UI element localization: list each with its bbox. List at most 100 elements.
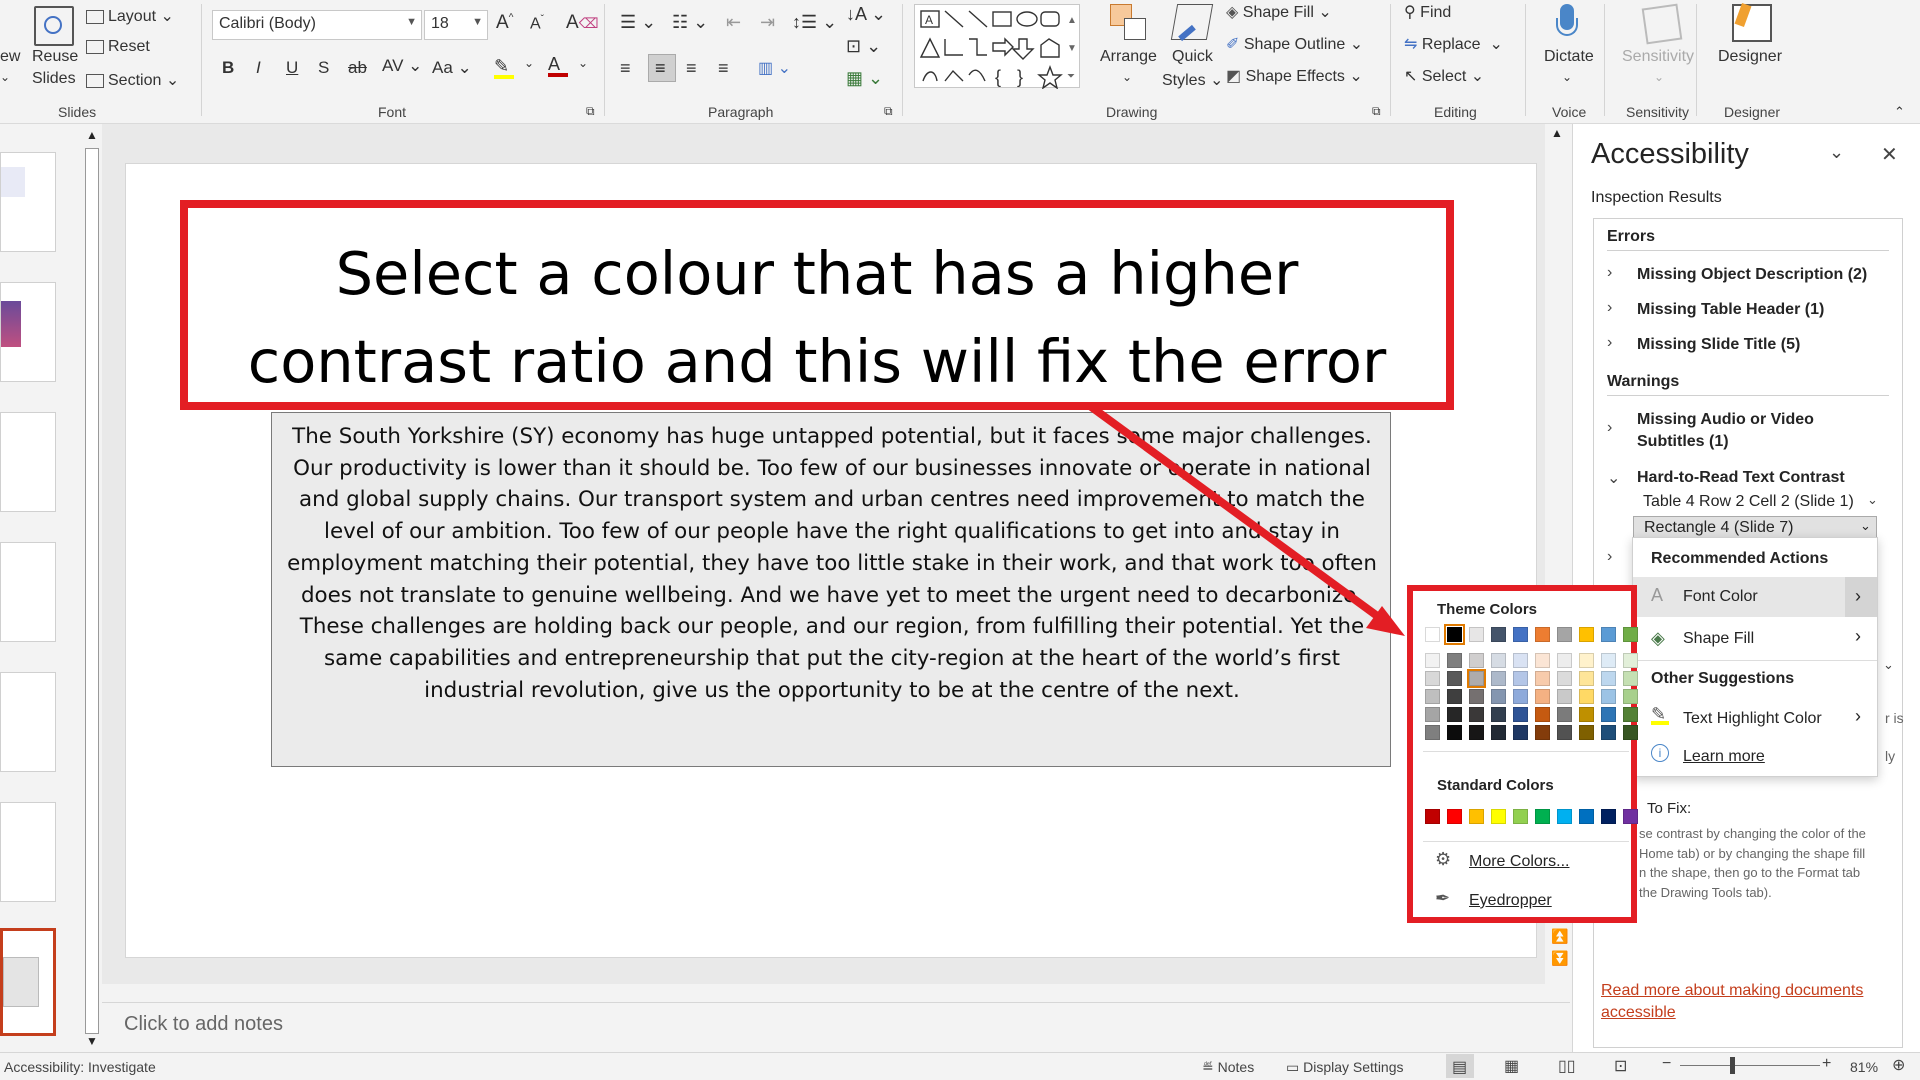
theme-color-swatch[interactable] bbox=[1535, 627, 1550, 642]
theme-shade-swatch[interactable] bbox=[1579, 671, 1594, 686]
pane-options-chevron-icon[interactable]: ⌄ bbox=[1829, 142, 1844, 163]
theme-color-swatch[interactable] bbox=[1425, 627, 1440, 642]
theme-shade-swatch[interactable] bbox=[1557, 653, 1572, 668]
theme-color-swatch[interactable] bbox=[1513, 627, 1528, 642]
theme-shade-swatch[interactable] bbox=[1491, 653, 1506, 668]
fit-to-window-icon[interactable]: ⊕ bbox=[1892, 1055, 1905, 1075]
theme-shade-swatch[interactable] bbox=[1623, 671, 1638, 686]
theme-shade-swatch[interactable] bbox=[1601, 671, 1616, 686]
zoom-out-icon[interactable]: − bbox=[1662, 1055, 1671, 1073]
expand-chevron-icon[interactable]: › bbox=[1607, 264, 1612, 282]
theme-shade-swatch[interactable] bbox=[1447, 725, 1462, 740]
theme-shade-swatch[interactable] bbox=[1513, 689, 1528, 704]
theme-shade-swatch[interactable] bbox=[1469, 653, 1484, 668]
error-item[interactable]: Missing Table Header (1) bbox=[1637, 301, 1824, 319]
zoom-slider[interactable] bbox=[1680, 1065, 1820, 1066]
chevron-right-icon[interactable]: › bbox=[1855, 706, 1861, 727]
standard-color-swatch[interactable] bbox=[1557, 809, 1572, 824]
theme-shade-swatch[interactable] bbox=[1425, 671, 1440, 686]
standard-color-swatch[interactable] bbox=[1579, 809, 1594, 824]
theme-color-swatch[interactable] bbox=[1623, 627, 1638, 642]
theme-shade-swatch[interactable] bbox=[1469, 725, 1484, 740]
theme-shade-swatch[interactable] bbox=[1467, 669, 1486, 688]
eyedropper-link[interactable]: Eyedropper bbox=[1469, 892, 1552, 910]
theme-shade-swatch[interactable] bbox=[1601, 653, 1616, 668]
theme-shade-swatch[interactable] bbox=[1535, 671, 1550, 686]
theme-shade-swatch[interactable] bbox=[1447, 653, 1462, 668]
theme-shade-swatch[interactable] bbox=[1469, 707, 1484, 722]
chevron-right-icon[interactable]: › bbox=[1855, 626, 1861, 647]
theme-shade-swatch[interactable] bbox=[1601, 689, 1616, 704]
theme-shade-swatch[interactable] bbox=[1535, 653, 1550, 668]
normal-view-button[interactable]: ▤ bbox=[1446, 1054, 1474, 1078]
theme-shade-swatch[interactable] bbox=[1623, 707, 1638, 722]
theme-shade-swatch[interactable] bbox=[1513, 653, 1528, 668]
notes-placeholder[interactable]: Click to add notes bbox=[124, 1013, 283, 1036]
theme-color-swatch[interactable] bbox=[1601, 627, 1616, 642]
slideshow-icon[interactable]: ⊡ bbox=[1614, 1056, 1627, 1076]
standard-color-swatch[interactable] bbox=[1447, 809, 1462, 824]
theme-shade-swatch[interactable] bbox=[1447, 671, 1462, 686]
theme-shade-swatch[interactable] bbox=[1535, 725, 1550, 740]
standard-color-swatch[interactable] bbox=[1425, 809, 1440, 824]
theme-shade-swatch[interactable] bbox=[1579, 707, 1594, 722]
standard-color-swatch[interactable] bbox=[1601, 809, 1616, 824]
theme-shade-swatch[interactable] bbox=[1491, 689, 1506, 704]
standard-color-swatch[interactable] bbox=[1469, 809, 1484, 824]
theme-shade-swatch[interactable] bbox=[1425, 707, 1440, 722]
theme-color-swatch[interactable] bbox=[1557, 627, 1572, 642]
theme-shade-swatch[interactable] bbox=[1491, 671, 1506, 686]
standard-color-swatch[interactable] bbox=[1623, 809, 1638, 824]
theme-shade-swatch[interactable] bbox=[1579, 725, 1594, 740]
theme-shade-swatch[interactable] bbox=[1557, 707, 1572, 722]
warning-contrast[interactable]: Hard-to-Read Text Contrast bbox=[1637, 469, 1845, 487]
accessibility-status[interactable]: Accessibility: Investigate bbox=[4, 1059, 156, 1075]
expand-chevron-icon[interactable]: › bbox=[1607, 548, 1612, 566]
standard-color-swatch[interactable] bbox=[1535, 809, 1550, 824]
zoom-slider-thumb[interactable] bbox=[1730, 1057, 1735, 1074]
shape-fill-menu-item[interactable]: Shape Fill bbox=[1683, 630, 1754, 648]
close-icon[interactable]: ✕ bbox=[1881, 142, 1898, 167]
notes-pane[interactable]: Click to add notes bbox=[102, 1002, 1570, 1052]
warning-item-av-line2[interactable]: Subtitles (1) bbox=[1637, 433, 1729, 451]
theme-color-swatch[interactable] bbox=[1444, 624, 1465, 645]
chevron-down-icon[interactable]: ⌄ bbox=[1867, 492, 1878, 508]
warning-item-av-line1[interactable]: Missing Audio or Video bbox=[1637, 411, 1814, 429]
read-more-link[interactable]: Read more about making documents accessi… bbox=[1601, 980, 1863, 1024]
theme-shade-swatch[interactable] bbox=[1425, 689, 1440, 704]
theme-shade-swatch[interactable] bbox=[1623, 653, 1638, 668]
theme-shade-swatch[interactable] bbox=[1513, 671, 1528, 686]
display-settings-button[interactable]: ▭ Display Settings bbox=[1286, 1059, 1404, 1076]
theme-shade-swatch[interactable] bbox=[1425, 725, 1440, 740]
theme-shade-swatch[interactable] bbox=[1579, 653, 1594, 668]
theme-shade-swatch[interactable] bbox=[1623, 689, 1638, 704]
standard-color-swatch[interactable] bbox=[1491, 809, 1506, 824]
theme-shade-swatch[interactable] bbox=[1447, 707, 1462, 722]
collapse-chevron-icon[interactable]: ⌄ bbox=[1607, 468, 1620, 488]
theme-shade-swatch[interactable] bbox=[1535, 707, 1550, 722]
theme-shade-swatch[interactable] bbox=[1513, 707, 1528, 722]
theme-shade-swatch[interactable] bbox=[1491, 725, 1506, 740]
theme-shade-swatch[interactable] bbox=[1579, 689, 1594, 704]
chevron-down-icon[interactable]: ⌄ bbox=[1883, 657, 1894, 673]
theme-color-swatch[interactable] bbox=[1579, 627, 1594, 642]
standard-color-swatch[interactable] bbox=[1513, 809, 1528, 824]
zoom-level[interactable]: 81% bbox=[1850, 1059, 1878, 1075]
theme-shade-swatch[interactable] bbox=[1535, 689, 1550, 704]
theme-shade-swatch[interactable] bbox=[1469, 689, 1484, 704]
theme-shade-swatch[interactable] bbox=[1601, 707, 1616, 722]
slide-sorter-icon[interactable]: ▦ bbox=[1504, 1056, 1519, 1076]
error-item[interactable]: Missing Slide Title (5) bbox=[1637, 336, 1800, 354]
theme-color-swatch[interactable] bbox=[1491, 627, 1506, 642]
theme-shade-swatch[interactable] bbox=[1557, 725, 1572, 740]
expand-chevron-icon[interactable]: › bbox=[1607, 419, 1612, 437]
theme-shade-swatch[interactable] bbox=[1513, 725, 1528, 740]
notes-button[interactable]: ≝ Notes bbox=[1202, 1059, 1254, 1076]
contrast-item[interactable]: Table 4 Row 2 Cell 2 (Slide 1) bbox=[1643, 493, 1854, 511]
theme-shade-swatch[interactable] bbox=[1425, 653, 1440, 668]
zoom-in-icon[interactable]: + bbox=[1822, 1055, 1831, 1073]
text-highlight-menu-item[interactable]: Text Highlight Color bbox=[1683, 710, 1822, 728]
theme-shade-swatch[interactable] bbox=[1601, 725, 1616, 740]
expand-chevron-icon[interactable]: › bbox=[1607, 299, 1612, 317]
expand-chevron-icon[interactable]: › bbox=[1607, 334, 1612, 352]
